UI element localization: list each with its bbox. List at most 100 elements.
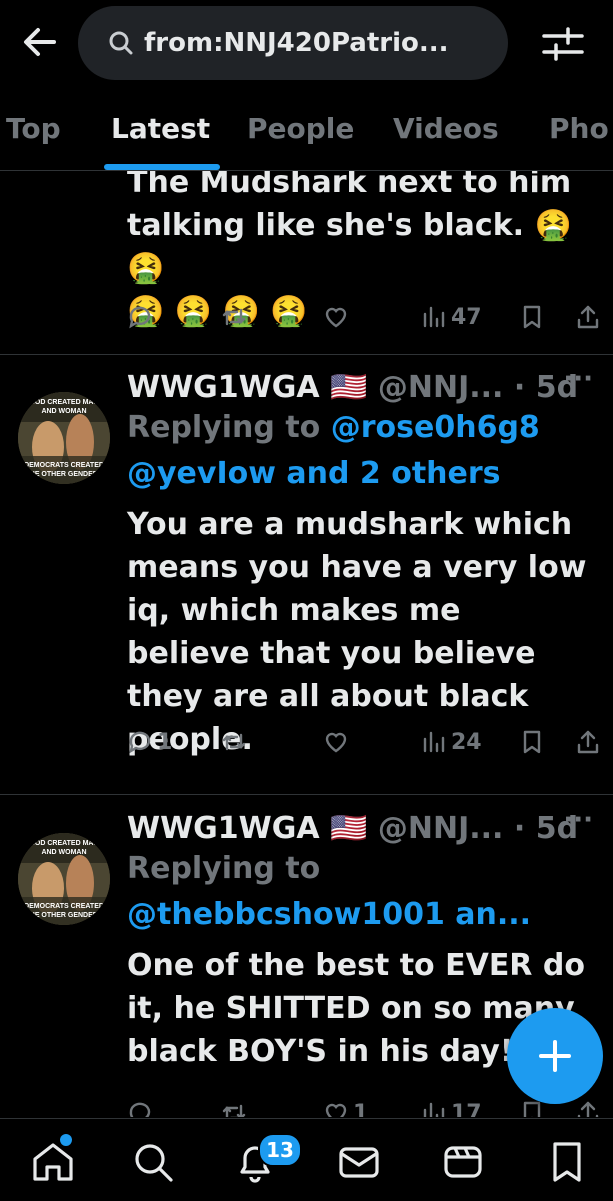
heart-icon: [325, 307, 347, 328]
replying-prefix: Replying to: [127, 851, 321, 886]
back-arrow-icon[interactable]: [20, 22, 60, 62]
plus-icon: [539, 1040, 571, 1072]
like-button[interactable]: [323, 304, 349, 330]
search-icon[interactable]: [130, 1139, 176, 1185]
repost-button[interactable]: [221, 729, 247, 755]
svg-text:THE OTHER GENDERS: THE OTHER GENDERS: [25, 912, 102, 919]
share-button[interactable]: [575, 729, 601, 755]
display-name[interactable]: WWG1WGA: [127, 811, 320, 846]
tweet-item[interactable]: GOD CREATED MAN AND WOMAN DEMOCRATS CREA…: [0, 354, 613, 795]
svg-text:DEMOCRATS CREATED: DEMOCRATS CREATED: [24, 462, 104, 469]
tab-photos[interactable]: Pho: [549, 112, 609, 145]
reply-button[interactable]: [127, 304, 153, 330]
reply-icon: [129, 1102, 151, 1117]
svg-text:GOD CREATED MAN: GOD CREATED MAN: [29, 840, 98, 847]
replying-prefix: Replying to: [127, 410, 321, 445]
like-count: 1: [353, 1100, 369, 1118]
avatar[interactable]: GOD CREATED MAN AND WOMAN DEMOCRATS CREA…: [18, 392, 110, 484]
tweet-header: WWG1WGA 🇺🇸 @NNJ... · 5d ···: [127, 805, 593, 846]
reply-button[interactable]: [127, 1100, 153, 1117]
tweet-actions: 1 17: [127, 1095, 599, 1117]
filter-settings-icon[interactable]: [540, 24, 586, 64]
tweet-actions: 1 24: [127, 724, 599, 760]
bookmark-button[interactable]: [519, 1100, 545, 1117]
bottom-navigation: [0, 1118, 613, 1201]
mention-link[interactable]: @yevIow and 2 others: [127, 456, 501, 491]
share-icon: [577, 1101, 599, 1117]
active-tab-indicator: [104, 164, 220, 170]
share-button[interactable]: [575, 1100, 601, 1117]
repost-icon: [222, 308, 246, 326]
share-icon: [577, 730, 599, 754]
compose-button[interactable]: [507, 1008, 603, 1104]
avatar[interactable]: GOD CREATED MAN AND WOMAN DEMOCRATS CREA…: [18, 833, 110, 925]
tweet-text: You are a mudshark which means you have …: [127, 507, 587, 757]
tweet-actions: 47: [127, 299, 599, 335]
bookmark-icon[interactable]: [544, 1139, 590, 1185]
bookmark-icon: [523, 305, 541, 329]
tweet-text-line: The Mudshark next to him: [127, 171, 572, 200]
more-options-icon[interactable]: ···: [563, 805, 593, 835]
tweet-item[interactable]: The Mudshark next to him talking like sh…: [0, 171, 613, 355]
repost-button[interactable]: [221, 1100, 247, 1117]
tab-top[interactable]: Top: [6, 112, 61, 145]
search-tabs: Top Latest People Videos Pho: [0, 100, 613, 171]
heart-icon: [325, 1103, 347, 1117]
views-icon: [423, 306, 445, 328]
heart-icon: [325, 732, 347, 753]
tab-latest[interactable]: Latest: [111, 112, 210, 145]
mail-icon[interactable]: [336, 1139, 382, 1185]
bookmark-icon: [523, 1101, 541, 1117]
reply-button[interactable]: 1: [127, 729, 172, 755]
home-icon[interactable]: [30, 1139, 76, 1185]
top-bar: from:NNJ420Patrio...: [0, 0, 613, 100]
views-count: 17: [451, 1100, 482, 1118]
notification-badge: 13: [258, 1133, 302, 1167]
share-button[interactable]: [575, 304, 601, 330]
views-icon: [423, 1102, 445, 1117]
tab-videos[interactable]: Videos: [393, 112, 499, 145]
views-button[interactable]: 47: [421, 304, 482, 330]
svg-text:AND WOMAN: AND WOMAN: [41, 408, 86, 415]
share-icon: [577, 305, 599, 329]
search-icon: [108, 30, 134, 56]
views-button[interactable]: 24: [421, 729, 482, 755]
tab-people[interactable]: People: [247, 112, 354, 145]
bookmark-icon: [523, 730, 541, 754]
search-query-text: from:NNJ420Patrio...: [144, 28, 449, 58]
flag-emoji: 🇺🇸: [330, 370, 368, 405]
search-input[interactable]: from:NNJ420Patrio...: [78, 6, 508, 80]
repost-button[interactable]: [221, 304, 247, 330]
replying-to: Replying to @rose0h6g8 @yevIow and 2 oth…: [127, 405, 593, 497]
flag-emoji: 🇺🇸: [330, 811, 368, 846]
communities-icon[interactable]: [440, 1139, 486, 1185]
user-handle[interactable]: @NNJ...: [378, 370, 504, 405]
repost-icon: [222, 733, 246, 751]
views-icon: [423, 731, 445, 753]
views-count: 47: [451, 304, 482, 330]
mention-link[interactable]: @rose0h6g8: [331, 410, 540, 445]
svg-text:AND WOMAN: AND WOMAN: [41, 849, 86, 856]
like-button[interactable]: [323, 729, 349, 755]
replying-to: Replying to @thebbcshow1001 an...: [127, 846, 593, 938]
like-button[interactable]: 1: [323, 1100, 368, 1117]
home-notification-dot: [60, 1134, 72, 1146]
tweet-feed[interactable]: The Mudshark next to him talking like sh…: [0, 171, 613, 1117]
tweet-header: WWG1WGA 🇺🇸 @NNJ... · 5d ···: [127, 364, 593, 405]
svg-text:DEMOCRATS CREATED: DEMOCRATS CREATED: [24, 903, 104, 910]
svg-text:THE OTHER GENDERS: THE OTHER GENDERS: [25, 471, 102, 478]
reply-icon: [129, 306, 151, 329]
bookmark-button[interactable]: [519, 729, 545, 755]
bookmark-button[interactable]: [519, 304, 545, 330]
more-options-icon[interactable]: ···: [563, 364, 593, 394]
repost-icon: [222, 1104, 246, 1117]
display-name[interactable]: WWG1WGA: [127, 370, 320, 405]
user-handle[interactable]: @NNJ...: [378, 811, 504, 846]
views-button[interactable]: 17: [421, 1100, 482, 1117]
reply-icon: [129, 731, 151, 754]
avatar-caption-top: GOD CREATED MAN: [29, 399, 98, 406]
reply-count: 1: [157, 729, 173, 755]
views-count: 24: [451, 729, 482, 755]
tweet-text-line: talking like she's black. 🤮 🤮: [127, 208, 572, 286]
mention-link[interactable]: @thebbcshow1001 an...: [127, 892, 593, 938]
